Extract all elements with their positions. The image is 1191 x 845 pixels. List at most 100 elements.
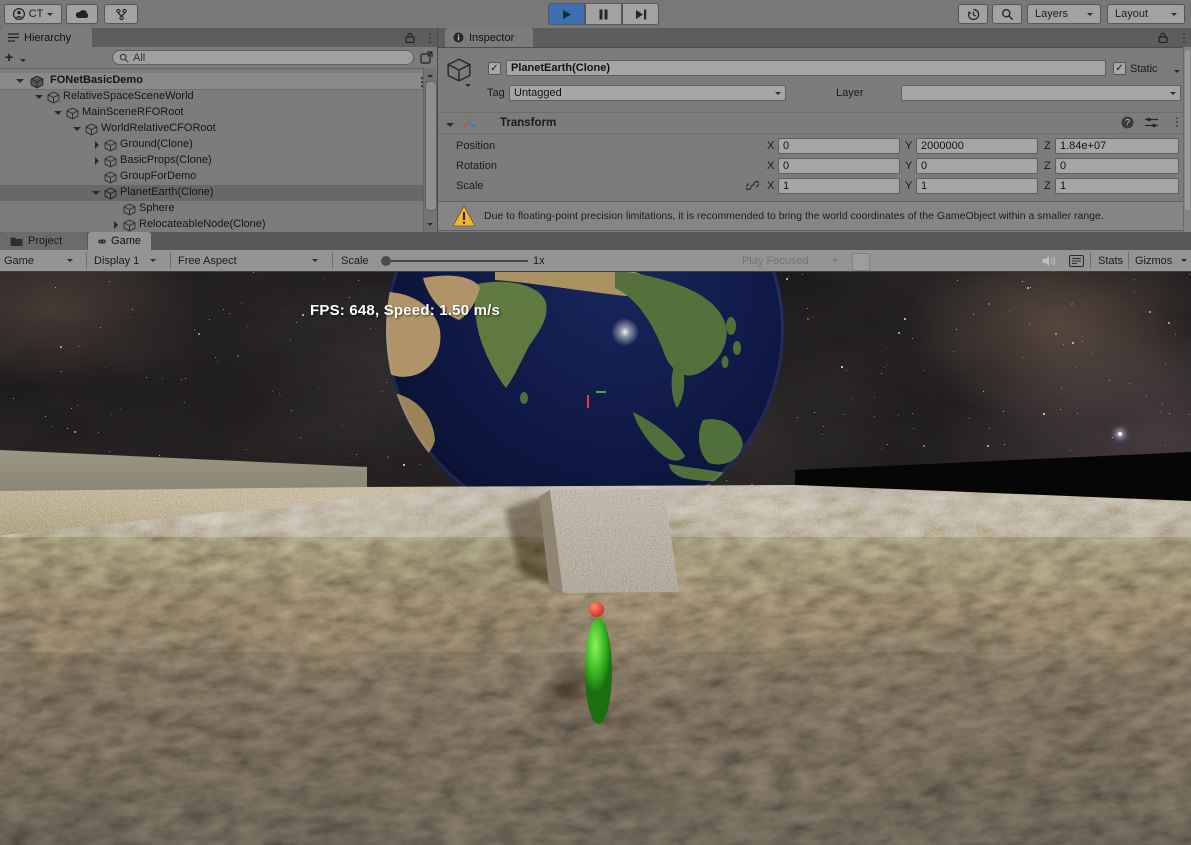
scrollbar-thumb[interactable] <box>425 81 437 211</box>
expand-arrow-icon[interactable] <box>35 95 43 103</box>
gizmos-dropdown[interactable]: Gizmos <box>1135 250 1187 271</box>
presets-icon[interactable] <box>1145 117 1158 128</box>
position-x-field[interactable]: 0 <box>778 138 900 154</box>
display-grid-icon[interactable] <box>1069 255 1084 267</box>
static-label: Static <box>1130 63 1158 75</box>
expand-arrow-icon[interactable] <box>73 127 81 135</box>
tab-hierarchy[interactable]: Hierarchy <box>0 28 92 47</box>
stats-button[interactable]: Stats <box>1098 250 1123 271</box>
scroll-up-icon[interactable] <box>427 71 433 77</box>
scrollbar-thumb[interactable] <box>1185 50 1190 210</box>
tab-project[interactable]: Project <box>0 232 87 250</box>
position-y-value: 2000000 <box>921 140 964 152</box>
scene-picker-icon[interactable] <box>420 51 433 64</box>
scale-x-field[interactable]: 1 <box>778 178 900 194</box>
link-constrain-icon[interactable] <box>746 180 759 191</box>
hierarchy-item[interactable]: MainSceneRFORoot <box>0 105 424 121</box>
static-dropdown-arrow[interactable] <box>1174 70 1180 76</box>
hierarchy-item[interactable]: RelativeSpaceSceneWorld <box>0 89 424 105</box>
game-viewport[interactable]: FPS: 648, Speed: 1.50 m/s <box>0 272 1191 845</box>
game-toolbar: Game Display 1 Free Aspect Scale 1x Play… <box>0 250 1191 272</box>
axis-z-label: Z <box>1044 140 1051 152</box>
inspector-menu-kebab[interactable]: ⋮ <box>1178 31 1190 45</box>
chevron-down-icon <box>1171 13 1177 19</box>
capture-toolbar-button[interactable] <box>852 253 870 271</box>
rotation-z-field[interactable]: 0 <box>1055 158 1179 174</box>
gameobject-cube-icon[interactable] <box>446 57 472 83</box>
hierarchy-item[interactable]: BasicProps(Clone) <box>0 153 424 169</box>
player-capsule <box>585 618 612 724</box>
rotation-y-field[interactable]: 0 <box>916 158 1038 174</box>
search-button[interactable] <box>992 4 1022 24</box>
layers-dropdown[interactable]: Layers <box>1027 4 1101 24</box>
gameobject-name-field[interactable]: PlanetEarth(Clone) <box>506 60 1106 76</box>
scene-icon <box>30 75 44 89</box>
version-control-button[interactable] <box>104 4 138 24</box>
branch-icon <box>115 8 128 21</box>
create-dropdown-arrow-icon[interactable] <box>20 59 26 65</box>
scale-slider-handle[interactable] <box>381 256 391 266</box>
hierarchy-item-selected[interactable]: PlanetEarth(Clone) <box>0 185 424 201</box>
expand-arrow-icon[interactable] <box>95 157 103 165</box>
play-focused-dropdown[interactable]: Play Focused <box>742 250 838 271</box>
component-kebab[interactable]: ⋮ <box>1171 115 1183 129</box>
hierarchy-menu-kebab[interactable]: ⋮ <box>424 31 436 45</box>
checkmark-icon: ✓ <box>490 63 498 74</box>
display-dropdown[interactable]: Display 1 <box>94 250 156 271</box>
icon-picker-arrow[interactable] <box>465 84 471 90</box>
scale-slider-track[interactable] <box>382 260 528 262</box>
hierarchy-item-scene[interactable]: FONetBasicDemo ⋮ <box>0 73 437 90</box>
position-z-field[interactable]: 1.84e+07 <box>1055 138 1179 154</box>
hierarchy-search-field[interactable]: All <box>112 50 414 65</box>
hierarchy-item[interactable]: RelocateableNode(Clone) <box>0 217 424 232</box>
tab-game[interactable]: Game <box>88 232 151 250</box>
tag-dropdown[interactable]: Untagged <box>509 85 786 101</box>
hierarchy-tree: FONetBasicDemo ⋮ RelativeSpaceSceneWorld… <box>0 68 437 232</box>
active-checkbox[interactable]: ✓ <box>488 62 501 75</box>
expand-arrow-icon[interactable] <box>95 141 103 149</box>
undo-history-button[interactable] <box>958 4 988 24</box>
help-icon[interactable]: ? <box>1121 116 1134 129</box>
aspect-dropdown-label: Free Aspect <box>178 255 237 267</box>
position-label: Position <box>456 140 495 152</box>
hierarchy-item[interactable]: Ground(Clone) <box>0 137 424 153</box>
expand-arrow-icon[interactable] <box>114 221 122 229</box>
account-button[interactable]: CT <box>4 4 62 24</box>
layer-dropdown[interactable] <box>901 85 1181 101</box>
list-icon <box>8 33 19 42</box>
expand-arrow-icon[interactable] <box>16 79 24 87</box>
expand-arrow-icon[interactable] <box>92 191 100 199</box>
cloud-button[interactable] <box>66 4 98 24</box>
gameobject-name: PlanetEarth(Clone) <box>511 62 610 74</box>
expand-arrow-icon[interactable] <box>446 123 454 131</box>
lock-icon[interactable] <box>1158 32 1168 43</box>
inspector-scrollbar[interactable] <box>1183 47 1191 232</box>
create-object-button[interactable]: + <box>5 49 13 65</box>
step-button[interactable] <box>622 3 659 25</box>
layout-dropdown[interactable]: Layout <box>1107 4 1185 24</box>
hierarchy-item[interactable]: WorldRelativeCFORoot <box>0 121 424 137</box>
rotation-x-field[interactable]: 0 <box>778 158 900 174</box>
scroll-down-icon[interactable] <box>427 223 433 229</box>
hierarchy-scrollbar[interactable] <box>423 68 437 232</box>
expand-arrow-icon[interactable] <box>54 111 62 119</box>
static-checkbox[interactable]: ✓ <box>1113 62 1126 75</box>
position-z-value: 1.84e+07 <box>1060 140 1106 152</box>
position-y-field[interactable]: 2000000 <box>916 138 1038 154</box>
scale-label: Scale <box>456 180 484 192</box>
scale-y-field[interactable]: 1 <box>916 178 1038 194</box>
pause-button[interactable] <box>585 3 622 25</box>
chevron-down-icon <box>67 259 73 265</box>
mute-audio-icon[interactable] <box>1042 255 1056 267</box>
aspect-dropdown[interactable]: Free Aspect <box>178 250 318 271</box>
hierarchy-item[interactable]: GroupForDemo <box>0 169 424 185</box>
scale-z-field[interactable]: 1 <box>1055 178 1179 194</box>
transform-component-header[interactable]: Transform ? ⋮ <box>438 112 1191 134</box>
hierarchy-item[interactable]: Sphere <box>0 201 424 217</box>
game-view-dropdown[interactable]: Game <box>4 250 73 271</box>
play-button[interactable] <box>548 3 585 25</box>
lock-icon[interactable] <box>405 32 415 43</box>
tab-inspector[interactable]: Inspector <box>445 28 533 47</box>
search-icon <box>119 53 129 63</box>
inspector-tabbar: Inspector ⋮ <box>438 28 1191 48</box>
